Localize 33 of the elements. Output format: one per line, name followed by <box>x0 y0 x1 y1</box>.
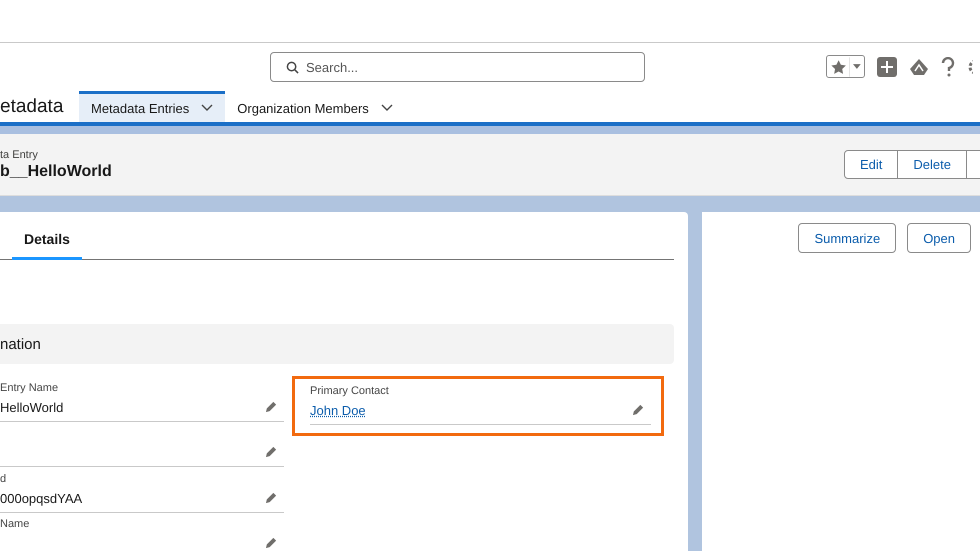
nav-tab[interactable]: Metadata Entries <box>79 91 226 122</box>
edit-pencil-icon[interactable] <box>265 536 278 549</box>
app-name: etadata <box>0 94 64 118</box>
field-label: Primary Contact <box>310 384 390 398</box>
edit-pencil-icon[interactable] <box>265 400 278 412</box>
more-actions-button[interactable] <box>967 150 980 179</box>
record-title: b__HelloWorld <box>0 162 112 180</box>
action-button[interactable]: Edit <box>844 150 898 179</box>
record-type: ta Entry <box>0 148 39 160</box>
favorites-button[interactable] <box>826 55 865 78</box>
field-value: 000opqsdYAA <box>0 490 82 508</box>
search-field[interactable]: Search... <box>270 52 645 82</box>
search-icon <box>286 61 299 74</box>
edit-pencil-icon[interactable] <box>265 490 278 504</box>
caret-icon <box>853 64 861 69</box>
action-button[interactable]: Delete <box>898 150 967 179</box>
field-label: Entry Name <box>0 380 60 394</box>
contact-link[interactable]: John Doe <box>310 402 366 420</box>
chevron-down-icon[interactable] <box>380 104 393 112</box>
field-label: d <box>0 472 8 486</box>
section-title: nation <box>0 336 41 352</box>
edit-pencil-icon[interactable] <box>632 403 645 416</box>
help-icon[interactable] <box>941 56 955 76</box>
chevron-down-icon[interactable] <box>201 104 214 112</box>
details-tab[interactable]: Details <box>12 231 82 260</box>
field-label: Name <box>0 517 30 531</box>
section-header[interactable]: nation <box>0 324 674 364</box>
field-value: HelloWorld <box>0 398 64 416</box>
nav-tab[interactable]: Organization Members <box>225 91 405 122</box>
side-action-button[interactable]: Summarize <box>798 223 896 253</box>
add-icon[interactable] <box>877 56 897 76</box>
edit-pencil-icon[interactable] <box>265 445 278 458</box>
side-action-button[interactable]: Open <box>907 223 971 253</box>
